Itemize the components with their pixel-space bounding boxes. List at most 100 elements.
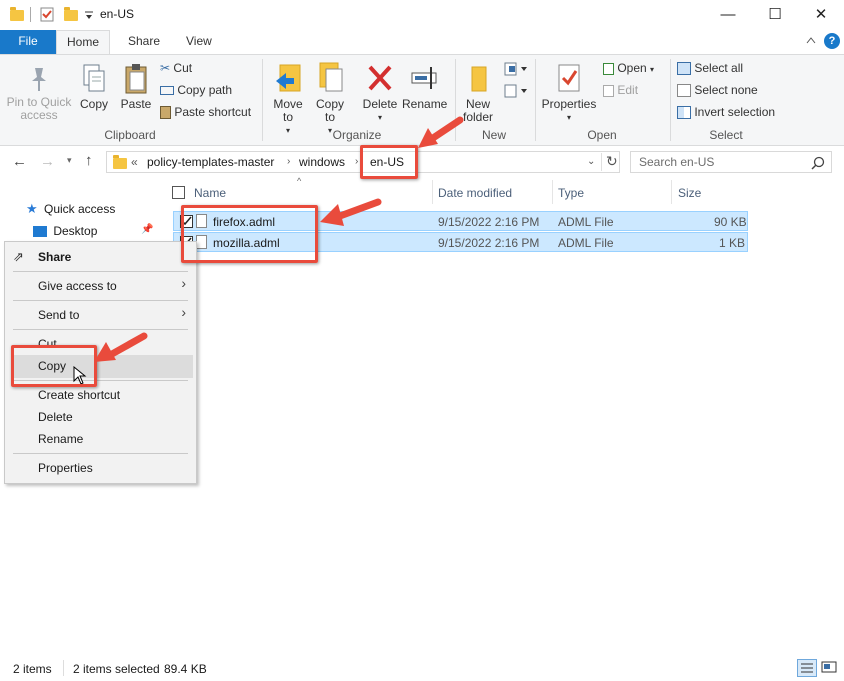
select-group-label: Select — [709, 128, 743, 142]
file-size: 1 KB — [719, 236, 746, 250]
refresh-icon[interactable]: ↻ — [606, 153, 618, 170]
folder-icon — [113, 155, 127, 169]
select-all-button[interactable]: Select all — [677, 61, 743, 76]
search-input[interactable]: Search en-US — [639, 155, 714, 169]
file-size: 90 KB — [714, 215, 747, 229]
breadcrumb-overflow[interactable]: « — [131, 155, 138, 169]
breadcrumb-item[interactable]: windows — [299, 155, 345, 169]
chevron-down-icon: ▾ — [566, 113, 571, 122]
menu-item-create-shortcut[interactable]: Create shortcut — [38, 388, 120, 402]
annotation-arrow-icon — [418, 116, 464, 148]
select-all-checkbox[interactable] — [172, 186, 185, 199]
close-button[interactable]: ✕ — [798, 0, 844, 30]
move-to-label: Move to — [273, 97, 303, 124]
chevron-down-icon: ▾ — [650, 65, 655, 74]
column-header-date[interactable]: Date modified — [438, 186, 512, 200]
tab-home[interactable]: Home — [56, 30, 111, 54]
details-view-button[interactable] — [797, 659, 817, 677]
ribbon-separator — [670, 59, 671, 141]
maximize-button[interactable]: ☐ — [752, 0, 798, 30]
column-separator[interactable] — [432, 180, 433, 204]
pin-icon: 📌 — [141, 224, 154, 235]
menu-item-give-access[interactable]: Give access to — [38, 279, 117, 293]
menu-separator — [13, 271, 188, 272]
cut-button[interactable]: ✂ Cut — [160, 61, 192, 75]
move-to-button[interactable]: Move to ▾ — [270, 61, 306, 137]
open-button[interactable]: Open ▾ — [603, 61, 654, 75]
menu-separator — [13, 300, 188, 301]
pin-label: Pin to Quick access — [6, 95, 72, 122]
chevron-down-icon: ▾ — [377, 113, 382, 122]
edit-button[interactable]: Edit — [603, 83, 638, 97]
nav-item-quick-access[interactable]: ★ Quick access — [26, 201, 115, 217]
nav-item-desktop[interactable]: Desktop 📌 — [33, 224, 153, 238]
minimize-button[interactable]: — — [705, 0, 751, 30]
annotation-box — [181, 205, 318, 263]
easy-access-icon[interactable] — [503, 83, 529, 99]
copy-path-icon — [160, 86, 174, 96]
file-date: 9/15/2022 2:16 PM — [438, 215, 540, 229]
column-separator[interactable] — [552, 180, 553, 204]
new-group-label: New — [481, 128, 506, 142]
properties-quick-icon[interactable] — [40, 7, 54, 22]
up-button[interactable]: ↑ — [85, 152, 93, 169]
menu-item-properties[interactable]: Properties — [38, 461, 93, 475]
menu-item-share[interactable]: Share — [38, 250, 71, 264]
breadcrumb-item[interactable]: policy-templates-master — [147, 155, 274, 169]
copy-path-button[interactable]: Copy path — [160, 83, 232, 97]
status-bar: 2 items 2 items selected 89.4 KB — [0, 655, 844, 681]
rename-icon — [411, 67, 437, 89]
move-to-icon — [276, 64, 301, 92]
column-header-name[interactable]: Name — [194, 186, 226, 200]
large-icons-view-button[interactable] — [820, 659, 840, 677]
column-header-type[interactable]: Type — [558, 186, 584, 200]
open-label: Open — [617, 61, 647, 75]
new-item-icon[interactable] — [503, 61, 529, 77]
paste-button[interactable]: Paste — [118, 63, 154, 111]
open-group-label: Open — [587, 128, 617, 142]
paste-shortcut-button[interactable]: Paste shortcut — [160, 105, 251, 120]
paste-shortcut-icon — [160, 106, 171, 120]
open-icon — [603, 62, 614, 75]
divider — [63, 660, 64, 676]
menu-item-delete[interactable]: Delete — [38, 410, 73, 424]
pin-to-quick-access-button[interactable]: Pin to Quick access — [4, 65, 74, 122]
forward-button[interactable]: → — [40, 153, 55, 170]
back-button[interactable]: ← — [12, 153, 27, 170]
annotation-arrow-icon — [320, 198, 382, 226]
rename-button[interactable]: Rename — [402, 61, 448, 111]
select-all-icon — [677, 62, 691, 76]
column-header-size[interactable]: Size — [678, 186, 701, 200]
select-none-button[interactable]: Select none — [677, 83, 758, 98]
organize-group-label: Organize — [332, 128, 382, 142]
help-icon[interactable]: ? — [824, 33, 840, 49]
breadcrumb-separator-icon: › — [287, 156, 291, 167]
search-box[interactable]: Search en-US — [630, 151, 832, 173]
new-folder-quick-icon[interactable] — [64, 7, 78, 21]
invert-selection-button[interactable]: Invert selection — [677, 105, 775, 120]
chevron-down-icon[interactable]: ⌄ — [587, 156, 595, 167]
collapse-ribbon-icon[interactable] — [806, 36, 816, 44]
paste-label: Paste — [120, 97, 152, 111]
tab-share[interactable]: Share — [118, 30, 170, 54]
copy-button[interactable]: Copy — [76, 63, 112, 111]
properties-button[interactable]: Properties ▾ — [540, 61, 598, 124]
large-icons-view-icon — [821, 661, 837, 673]
customize-toolbar-icon[interactable] — [84, 10, 94, 20]
rename-label: Rename — [402, 97, 448, 111]
file-type: ADML File — [558, 236, 614, 250]
copy-icon — [83, 64, 105, 92]
column-separator[interactable] — [671, 180, 672, 204]
title-bar: en-US — ☐ ✕ — [0, 0, 844, 30]
chevron-right-icon: › — [181, 304, 186, 320]
menu-item-send-to[interactable]: Send to — [38, 308, 79, 322]
delete-button[interactable]: Delete ▾ — [362, 61, 398, 124]
properties-label: Properties — [541, 97, 597, 111]
copy-to-button[interactable]: Copy to ▾ — [312, 61, 348, 137]
recent-locations-button[interactable]: ▾ — [67, 155, 72, 166]
nav-label: Desktop — [53, 224, 98, 238]
tab-file[interactable]: File — [0, 30, 56, 54]
tab-view[interactable]: View — [176, 30, 222, 54]
desktop-icon — [33, 226, 47, 238]
menu-item-rename[interactable]: Rename — [38, 432, 83, 446]
